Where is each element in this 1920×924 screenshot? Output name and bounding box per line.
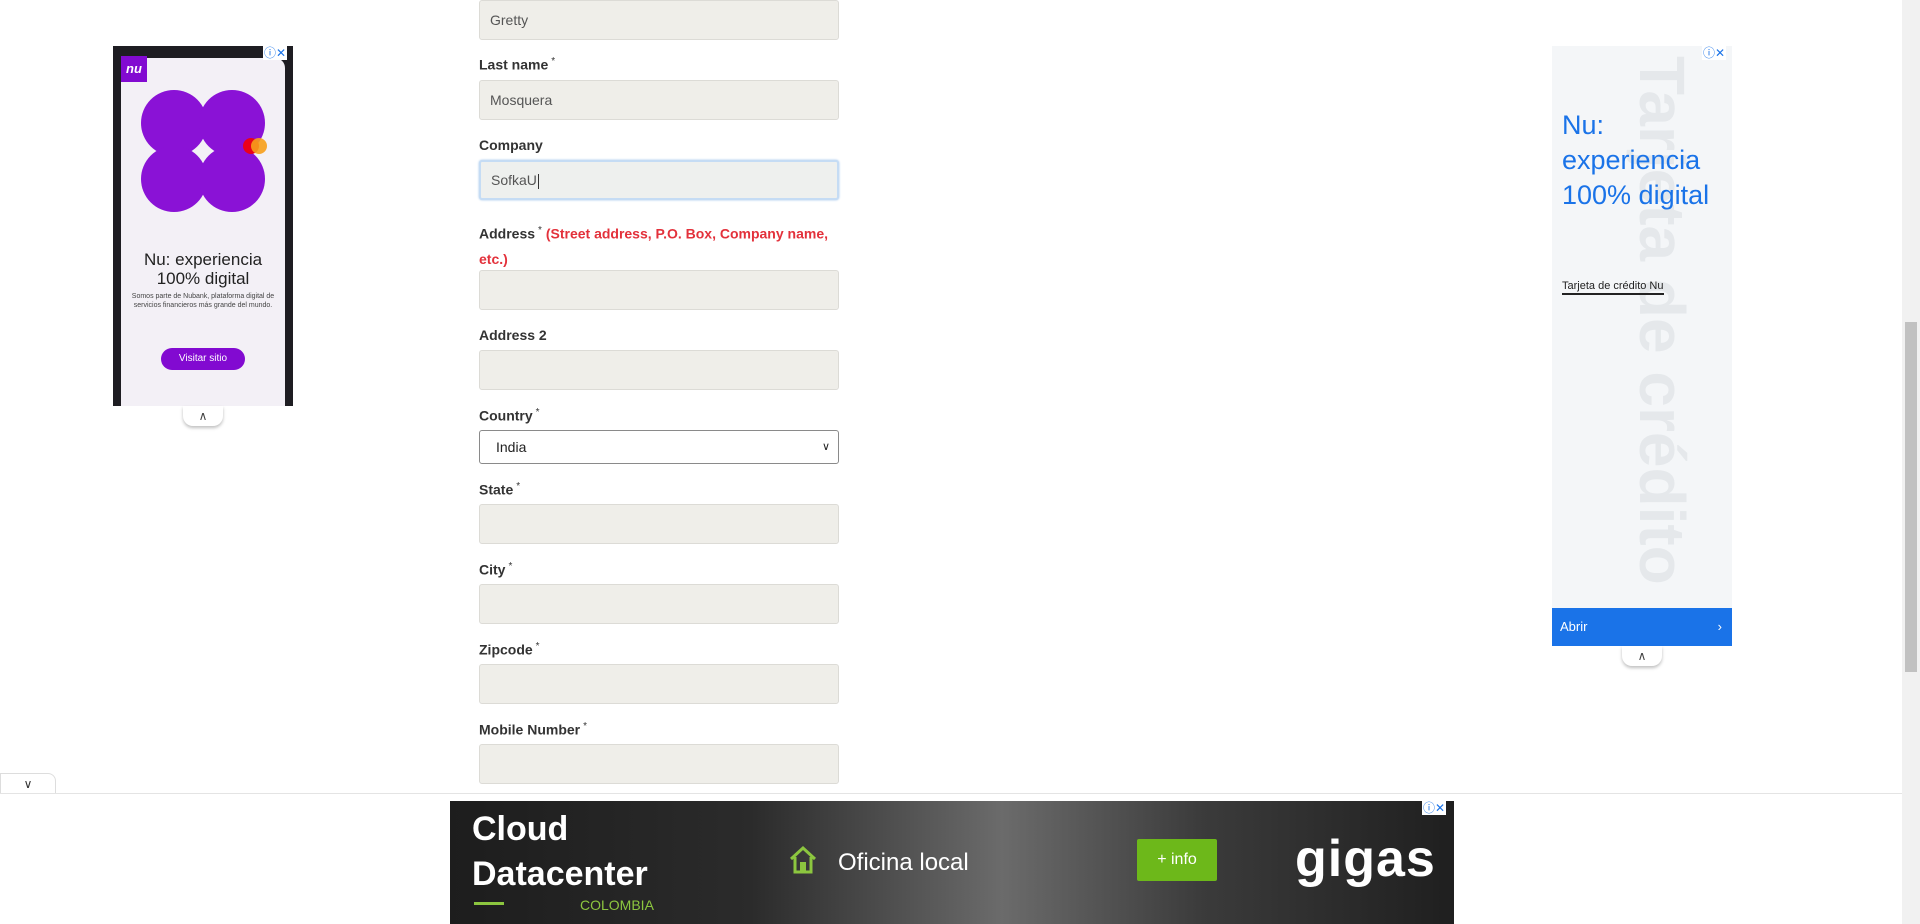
nu-logo: nu	[121, 56, 147, 82]
last-name-label: Last name *	[479, 56, 556, 73]
city-label: City *	[479, 561, 513, 578]
card-shape	[141, 146, 207, 212]
open-button[interactable]: Abrir ›	[1552, 608, 1732, 646]
close-icon[interactable]: ✕	[1715, 46, 1725, 60]
card-chip-icon	[251, 138, 267, 154]
chevron-down-icon: ∨	[821, 441, 830, 453]
ad-title: Nu: experiencia 100% digital	[1562, 110, 1710, 210]
ad-subtitle[interactable]: Tarjeta de crédito Nu	[1562, 280, 1664, 295]
chevron-down-icon: ∨	[23, 777, 33, 791]
bottom-ad-divider	[0, 793, 1902, 794]
mobile-label: Mobile Number *	[479, 721, 588, 738]
vertical-scrollbar[interactable]	[1902, 0, 1920, 924]
ad-icons[interactable]: ⓘ✕	[1702, 46, 1727, 60]
chevron-right-icon: ›	[1717, 619, 1722, 634]
collapse-right-ad-button[interactable]: ∧	[1622, 646, 1662, 666]
ad-icons[interactable]: ⓘ✕	[263, 46, 288, 60]
address-input[interactable]	[479, 270, 839, 310]
info-icon[interactable]: ⓘ	[1423, 801, 1435, 815]
ad-headline: Nu: experiencia 100% digital	[143, 250, 263, 288]
ad-country: COLOMBIA	[580, 897, 654, 913]
address2-input[interactable]	[479, 350, 839, 390]
text-caret	[537, 173, 539, 189]
collapse-bottom-ad-button[interactable]: ∨	[0, 773, 56, 793]
scrollbar-thumb[interactable]	[1905, 322, 1917, 672]
bottom-ad-banner[interactable]: Cloud Datacenter COLOMBIA Oficina local …	[450, 801, 1454, 924]
accent-line	[474, 902, 504, 905]
more-info-button[interactable]: + info	[1137, 839, 1217, 881]
company-label: Company	[479, 137, 543, 153]
address-label: Address * (Street address, P.O. Box, Comp…	[479, 225, 828, 267]
state-input[interactable]	[479, 504, 839, 544]
close-icon[interactable]: ✕	[1435, 801, 1445, 815]
chevron-up-icon: ∧	[198, 409, 208, 423]
mobile-input[interactable]	[479, 744, 839, 784]
gigas-logo: gigas	[1295, 830, 1436, 888]
collapse-left-ad-button[interactable]: ∧	[183, 406, 223, 426]
zipcode-input[interactable]	[479, 664, 839, 704]
chevron-up-icon: ∧	[1637, 649, 1647, 663]
country-select[interactable]: India ∨	[479, 430, 839, 464]
address2-label: Address 2	[479, 327, 547, 343]
ad-headline: Cloud Datacenter	[472, 810, 648, 893]
first-name-input[interactable]: Gretty	[479, 0, 839, 40]
home-icon	[789, 845, 817, 874]
left-ad-banner[interactable]: nu Nu: experiencia 100% digital Somos pa…	[113, 46, 293, 406]
ad-body: Somos parte de Nubank, plataforma digita…	[131, 293, 275, 309]
right-ad-banner[interactable]: Tarjeta de crédito Nu: experiencia 100% …	[1552, 46, 1732, 646]
state-label: State *	[479, 481, 521, 498]
ad-office-text: Oficina local	[838, 849, 969, 876]
city-input[interactable]	[479, 584, 839, 624]
zipcode-label: Zipcode *	[479, 641, 540, 658]
card-shape	[199, 146, 265, 212]
visit-site-button[interactable]: Visitar sitio	[161, 348, 245, 370]
company-input[interactable]: SofkaU	[479, 160, 839, 200]
close-icon[interactable]: ✕	[276, 46, 286, 60]
info-icon[interactable]: ⓘ	[1703, 46, 1715, 60]
country-label: Country *	[479, 407, 540, 424]
last-name-input[interactable]: Mosquera	[479, 80, 839, 120]
info-icon[interactable]: ⓘ	[264, 46, 276, 60]
ad-icons[interactable]: ⓘ✕	[1422, 801, 1447, 815]
